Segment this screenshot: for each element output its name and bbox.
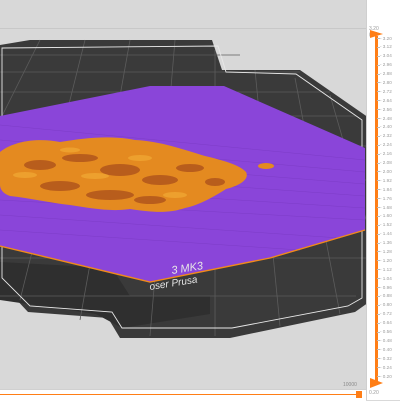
layer-tick-label: - 2.16 [380,151,392,157]
layer-tick-label: - 2.56 [380,106,392,112]
layer-tick-label: - 2.96 [380,62,392,68]
layer-tick-label: - 2.00 [380,168,392,174]
layer-slider-panel[interactable]: 3.20(40) - 3.20- 3.12- 3.04- 2.96- 2.88-… [366,0,400,400]
print-bed-scene[interactable]: 3 MK3 oser Prusa [0,0,372,392]
layer-tick-label: - 2.08 [380,160,392,166]
layer-slider-track[interactable] [375,36,378,385]
layer-tick-label: - 3.20 [380,35,392,41]
layer-slider-bottom-value: 0.20 [369,390,379,396]
layer-tick-label: - 2.80 [380,79,392,85]
layer-tick-label: - 2.48 [380,115,392,121]
layer-tick-label: - 1.52 [380,222,392,228]
move-slider[interactable]: 10000 [0,382,366,401]
layer-tick-label: - 2.24 [380,142,392,148]
layer-tick-label: - 0.96 [380,284,392,290]
layer-tick-label: - 1.44 [380,231,392,237]
layer-tick-label: - 0.64 [380,320,392,326]
layer-tick-label: - 2.40 [380,124,392,130]
layer-tick-label: - 2.72 [380,88,392,94]
layer-tick-label: - 1.36 [380,240,392,246]
layer-tick-label: - 0.40 [380,346,392,352]
layer-tick-label: - 0.32 [380,355,392,361]
layer-tick-label: - 1.28 [380,248,392,254]
layer-tick-label: - 1.60 [380,213,392,219]
layer-tick-label: - 0.56 [380,329,392,335]
layer-tick-label: - 1.04 [380,275,392,281]
layer-tick-label: - 2.88 [380,71,392,77]
move-slider-value: 10000 [343,382,357,388]
layer-tick-label: - 2.64 [380,97,392,103]
layer-tick-label: - 0.24 [380,364,392,370]
layer-tick-label: - 1.84 [380,186,392,192]
move-slider-track[interactable] [0,394,358,395]
small-printed-piece [258,163,274,169]
layer-tick-label: - 0.72 [380,311,392,317]
layer-tick-label: - 3.12 [380,44,392,50]
layer-tick-label: - 0.80 [380,302,392,308]
layer-tick-label: - 0.88 [380,293,392,299]
layer-tick-label: - 3.04 [380,53,392,59]
slider-bottom-handle-icon[interactable] [370,378,383,388]
layer-tick-label: - 1.20 [380,257,392,263]
move-slider-handle-icon[interactable] [356,391,362,398]
layer-tick-label: - 1.12 [380,266,392,272]
layer-tick-label: - 1.76 [380,195,392,201]
layer-tick-label: - 0.48 [380,337,392,343]
layer-tick-label: - 1.68 [380,204,392,210]
layer-tick-label: - 1.92 [380,177,392,183]
layer-tick-label: - 2.32 [380,133,392,139]
3d-viewport[interactable]: 3 MK3 oser Prusa [0,0,400,400]
